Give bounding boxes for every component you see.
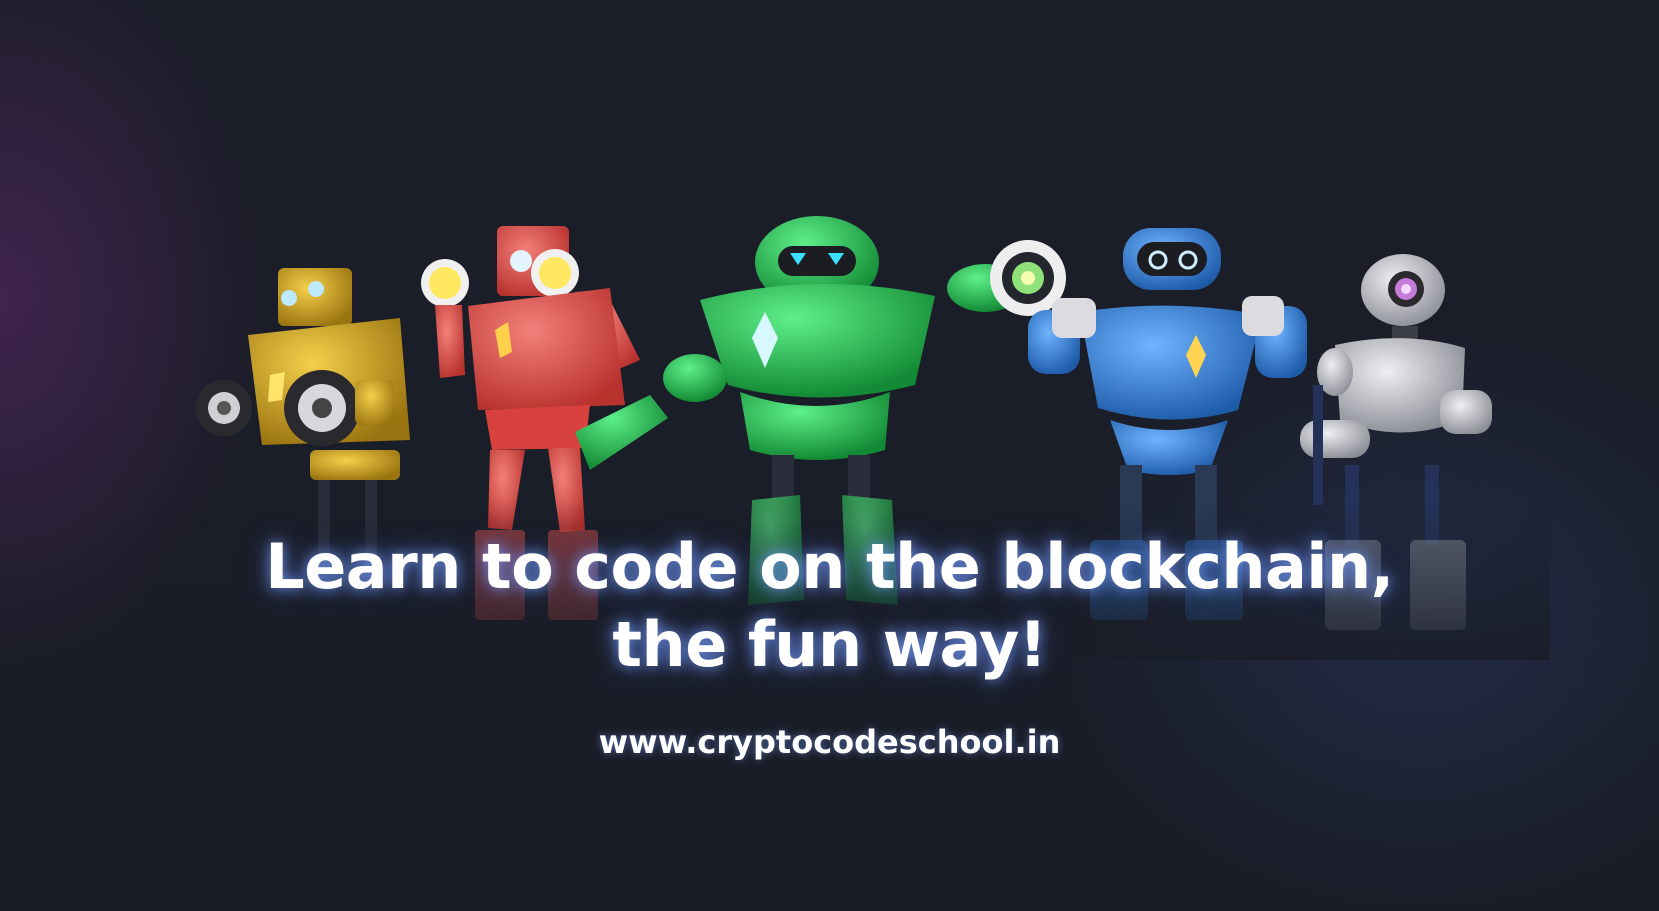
headline-line-1: Learn to code on the blockchain,	[265, 530, 1394, 603]
robots-illustration	[150, 216, 1550, 660]
website-url: www.cryptocodeschool.in	[598, 723, 1061, 761]
hero-banner: Learn to code on the blockchain, the fun…	[0, 0, 1659, 911]
headline-line-2: the fun way!	[612, 608, 1047, 681]
